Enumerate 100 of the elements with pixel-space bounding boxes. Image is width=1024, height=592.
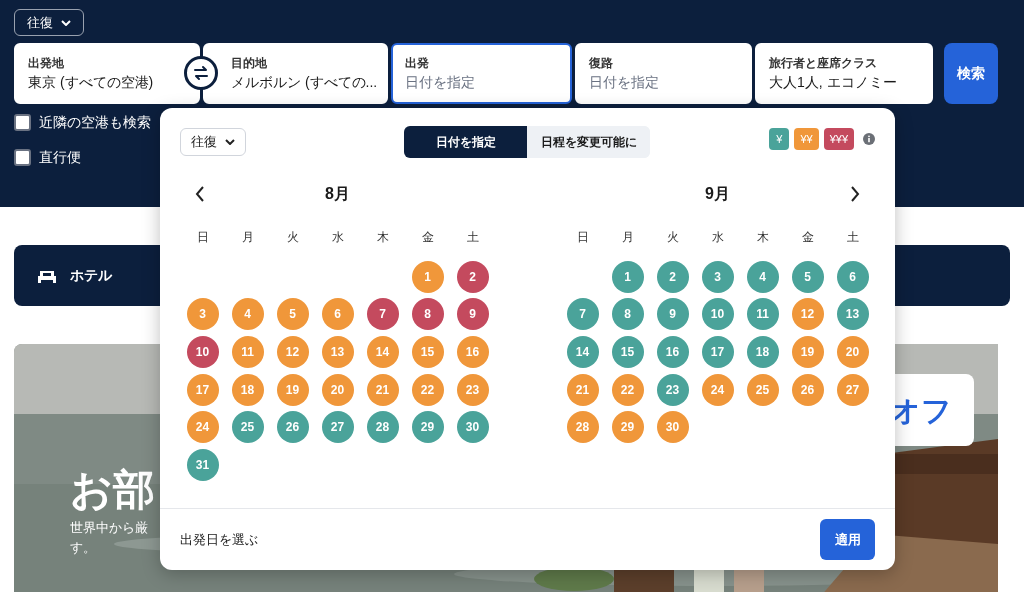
- trip-type-dropdown[interactable]: 往復: [14, 9, 84, 36]
- promo-text: 世界中から厳: [70, 519, 149, 537]
- calendar-day[interactable]: 7: [366, 298, 399, 331]
- calendar-day[interactable]: 4: [231, 298, 264, 331]
- calendar-day[interactable]: 23: [656, 373, 689, 406]
- calendar-day[interactable]: 8: [611, 298, 644, 331]
- calendar-day[interactable]: 2: [656, 260, 689, 293]
- calendar-day[interactable]: 4: [746, 260, 779, 293]
- promo-headline: お部: [70, 465, 155, 515]
- next-month-icon[interactable]: [850, 186, 860, 202]
- search-field[interactable]: 目的地 メルボルン (すべての...: [203, 43, 388, 104]
- calendar-day[interactable]: 27: [836, 373, 869, 406]
- weekday-label: 金: [801, 229, 814, 246]
- search-field[interactable]: 復路 日付を指定: [575, 43, 752, 104]
- calendar-day[interactable]: 9: [656, 298, 689, 331]
- field-value: メルボルン (すべての...: [231, 73, 374, 92]
- calendar-day[interactable]: 8: [411, 298, 444, 331]
- calendar-day[interactable]: 16: [456, 336, 489, 368]
- field-label: 復路: [589, 55, 614, 72]
- search-field[interactable]: 旅行者と座席クラス 大人1人, エコノミー: [755, 43, 933, 104]
- calendar-day[interactable]: 10: [701, 298, 734, 331]
- calendar-day[interactable]: 19: [791, 336, 824, 368]
- search-field[interactable]: 出発 日付を指定: [391, 43, 572, 104]
- calendar-day[interactable]: 27: [321, 411, 354, 444]
- info-icon[interactable]: [863, 133, 875, 145]
- calendar-day[interactable]: 26: [791, 373, 824, 406]
- calendar-day[interactable]: 24: [186, 411, 219, 444]
- weekday-label: 月: [621, 229, 634, 246]
- price-legend-tag: ¥: [769, 128, 790, 150]
- weekday-label: 火: [666, 229, 679, 246]
- calendar-day[interactable]: 6: [836, 260, 869, 293]
- weekday-label: 水: [711, 229, 724, 246]
- mode-tab[interactable]: 日付を指定: [404, 126, 527, 158]
- tab-label: ホテル: [70, 266, 112, 285]
- calendar-day[interactable]: 20: [836, 336, 869, 368]
- calendar-day[interactable]: 2: [456, 260, 489, 293]
- calendar-day[interactable]: 3: [186, 298, 219, 331]
- calendar-day[interactable]: 17: [701, 336, 734, 368]
- calendar-day[interactable]: 1: [611, 260, 644, 293]
- calendar-day[interactable]: 6: [321, 298, 354, 331]
- apply-button[interactable]: 適用: [820, 519, 875, 560]
- search-field[interactable]: 出発地 東京 (すべての空港): [14, 43, 200, 104]
- calendar-day[interactable]: 13: [321, 336, 354, 368]
- field-label: 出発地: [28, 55, 65, 72]
- calendar-day[interactable]: 11: [231, 336, 264, 368]
- checkbox[interactable]: [14, 114, 31, 131]
- calendar-day[interactable]: 30: [456, 411, 489, 444]
- calendar-day[interactable]: 1: [411, 260, 444, 293]
- field-value: 東京 (すべての空港): [28, 73, 155, 92]
- calendar-day[interactable]: 5: [791, 260, 824, 293]
- calendar-day[interactable]: 21: [366, 373, 399, 406]
- weekday-label: 水: [331, 229, 344, 246]
- field-label: 旅行者と座席クラス: [769, 55, 878, 72]
- calendar-day[interactable]: 24: [701, 373, 734, 406]
- calendar-day[interactable]: 19: [276, 373, 309, 406]
- field-value: 大人1人, エコノミー: [769, 73, 898, 92]
- weekday-label: 土: [846, 229, 859, 246]
- calendar-day[interactable]: 10: [186, 336, 219, 368]
- weekday-label: 火: [286, 229, 299, 246]
- calendar-day[interactable]: 14: [366, 336, 399, 368]
- weekday-label: 金: [421, 229, 434, 246]
- weekday-label: 木: [376, 229, 389, 246]
- calendar-day[interactable]: 12: [276, 336, 309, 368]
- calendar-day[interactable]: 15: [611, 336, 644, 368]
- calendar-day[interactable]: 14: [566, 336, 599, 368]
- trip-type-dropdown[interactable]: 往復: [180, 128, 246, 156]
- calendar-day[interactable]: 3: [701, 260, 734, 293]
- calendar-day[interactable]: 15: [411, 336, 444, 368]
- calendar-day[interactable]: 16: [656, 336, 689, 368]
- price-legend-tag: ¥¥¥: [823, 128, 854, 150]
- calendar-day[interactable]: 23: [456, 373, 489, 406]
- calendar-day[interactable]: 5: [276, 298, 309, 331]
- promo-text: す。: [70, 539, 97, 557]
- calendar-day[interactable]: 9: [456, 298, 489, 331]
- search-button[interactable]: 検索: [944, 43, 998, 104]
- checkbox[interactable]: [14, 149, 31, 166]
- field-label: 目的地: [231, 55, 268, 72]
- chevron-down-icon: [225, 139, 235, 145]
- calendar-day[interactable]: 29: [611, 411, 644, 444]
- calendar-day[interactable]: 18: [746, 336, 779, 368]
- calendar-day[interactable]: 29: [411, 411, 444, 444]
- calendar-day[interactable]: 12: [791, 298, 824, 331]
- calendar-day[interactable]: 25: [231, 411, 264, 444]
- calendar-day[interactable]: 13: [836, 298, 869, 331]
- option-label: 直行便: [39, 148, 81, 167]
- calendar-day[interactable]: 21: [566, 373, 599, 406]
- calendar-day[interactable]: 31: [186, 448, 219, 481]
- calendar-day[interactable]: 25: [746, 373, 779, 406]
- calendar-day[interactable]: 28: [366, 411, 399, 444]
- calendar-day[interactable]: 22: [611, 373, 644, 406]
- calendar-day[interactable]: 7: [566, 298, 599, 331]
- calendar-day[interactable]: 26: [276, 411, 309, 444]
- calendar-day[interactable]: 17: [186, 373, 219, 406]
- calendar-day[interactable]: 20: [321, 373, 354, 406]
- previous-month-icon[interactable]: [195, 186, 205, 202]
- calendar-day[interactable]: 30: [656, 411, 689, 444]
- calendar-day[interactable]: 18: [231, 373, 264, 406]
- calendar-day[interactable]: 22: [411, 373, 444, 406]
- calendar-day[interactable]: 11: [746, 298, 779, 331]
- calendar-day[interactable]: 28: [566, 411, 599, 444]
